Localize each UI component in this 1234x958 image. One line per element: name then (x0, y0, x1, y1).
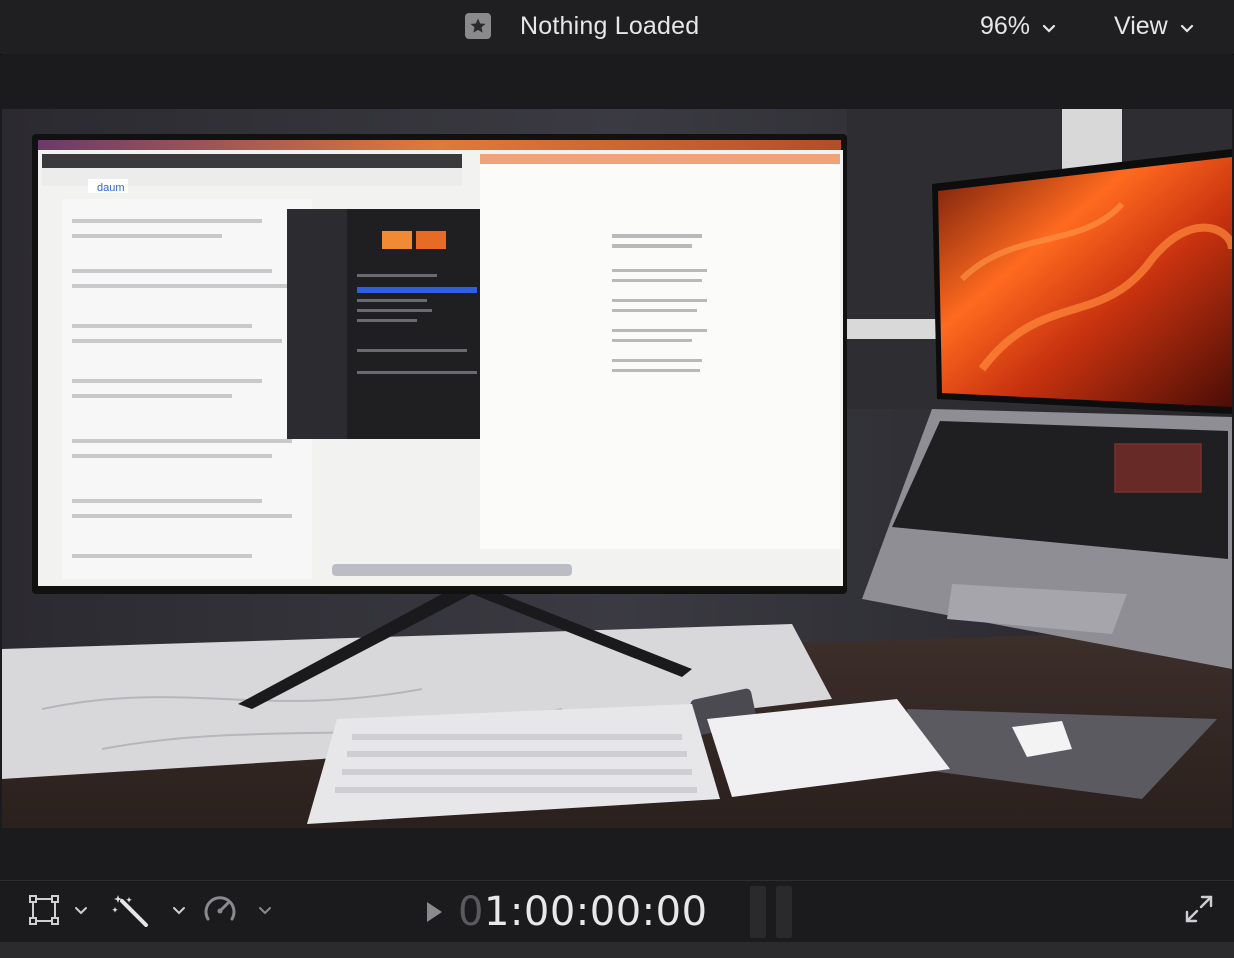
magic-wand-icon (112, 893, 150, 932)
footer-strip (0, 942, 1234, 958)
video-frame: daum (2, 109, 1232, 828)
play-icon[interactable] (424, 900, 444, 924)
view-menu[interactable]: View (1114, 10, 1194, 42)
timecode-value: 1:00:00:00 (483, 889, 708, 935)
fullscreen-button[interactable] (1184, 894, 1214, 929)
viewer-canvas[interactable]: daum (2, 54, 1232, 880)
timecode-leading-digit: 0 (458, 889, 484, 935)
audio-meter-right (776, 886, 792, 938)
view-label: View (1114, 11, 1168, 40)
star-icon (465, 13, 491, 39)
zoom-dropdown[interactable]: 96% (980, 10, 1056, 42)
fullscreen-icon (1184, 895, 1214, 928)
enhance-tool[interactable] (112, 893, 186, 932)
svg-text:daum: daum (97, 182, 125, 194)
chevron-down-icon[interactable] (258, 903, 272, 921)
speed-gauge-icon (202, 893, 238, 932)
zoom-value: 96% (980, 11, 1031, 40)
viewer-header: Nothing Loaded 96% View (0, 0, 1234, 55)
chevron-down-icon[interactable] (172, 903, 186, 921)
chevron-down-icon[interactable] (74, 903, 88, 921)
transform-tool[interactable] (28, 894, 88, 931)
project-title: Nothing Loaded (520, 11, 700, 40)
audio-meter-left (750, 886, 766, 938)
audio-meter (750, 886, 792, 938)
speed-tool[interactable] (202, 895, 272, 929)
chevron-down-icon (1042, 12, 1056, 41)
project-title-group[interactable]: Nothing Loaded (465, 10, 699, 42)
transform-icon (28, 894, 60, 931)
chevron-down-icon (1180, 12, 1194, 41)
timecode-display[interactable]: 0 1:00:00:00 (424, 884, 708, 940)
